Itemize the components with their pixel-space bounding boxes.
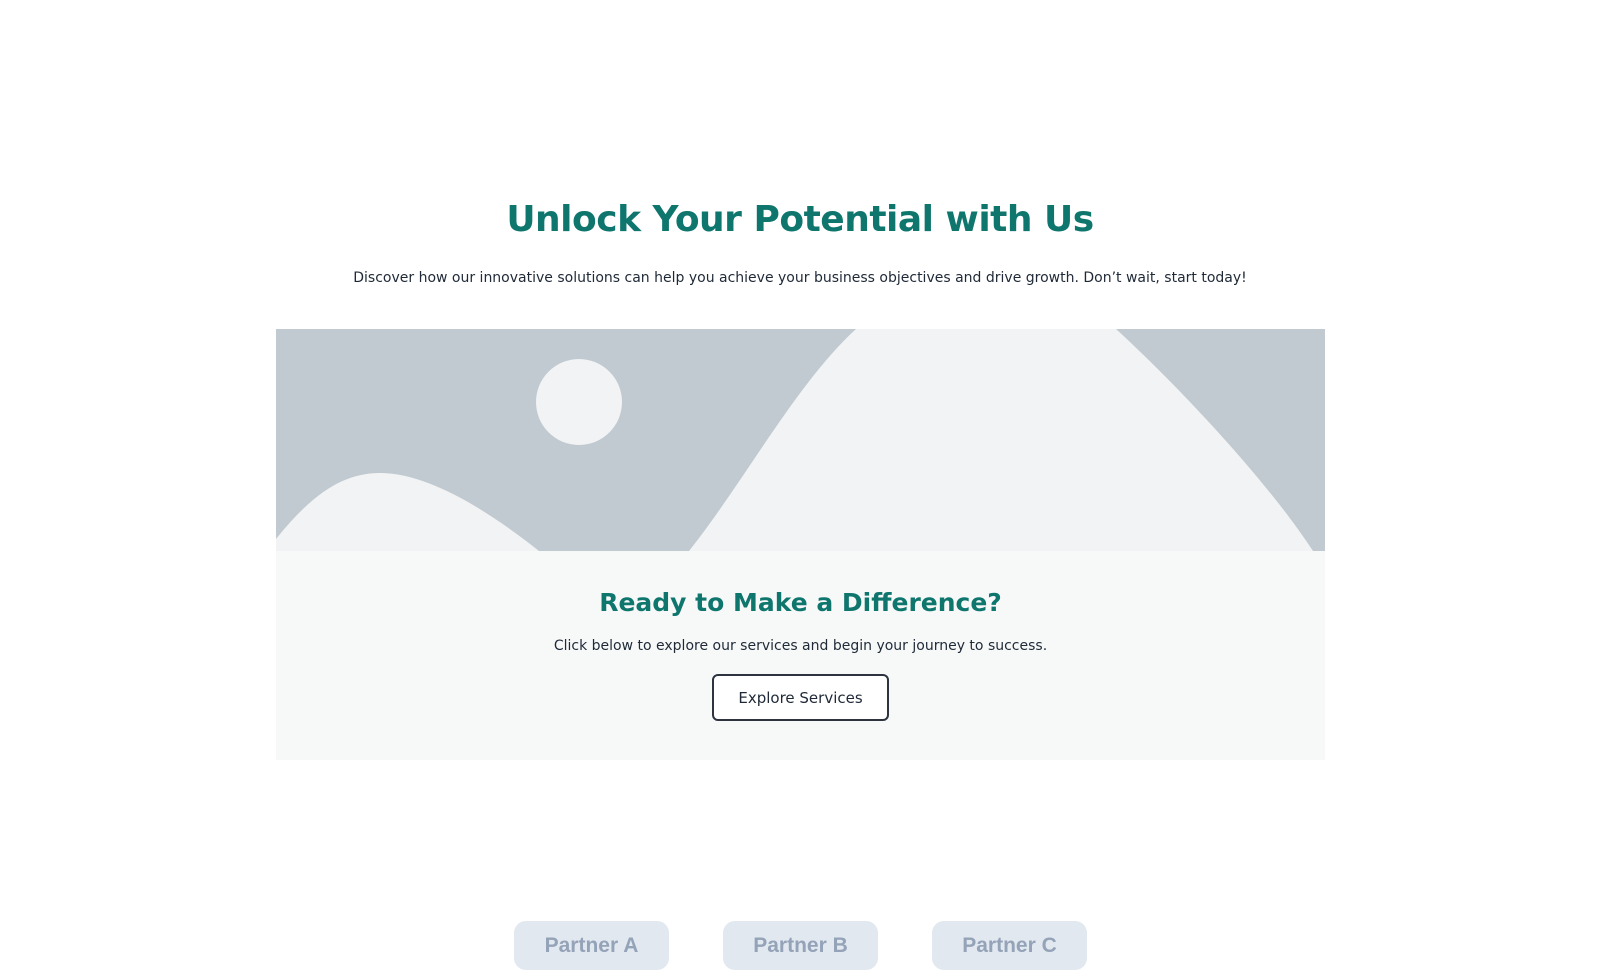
hero-subtitle: Discover how our innovative solutions ca… [353,270,1247,286]
cta-card: Ready to Make a Difference? Click below … [276,329,1325,760]
cta-text: Click below to explore our services and … [553,638,1048,654]
sun-shape [536,359,622,445]
partner-badge-c: Partner C [932,921,1087,970]
partner-badge-a: Partner A [514,921,669,970]
partner-logos: Partner A Partner B Partner C [0,921,1600,970]
partner-badge-b: Partner B [723,921,878,970]
cta-title: Ready to Make a Difference? [599,588,1002,617]
page: Unlock Your Potential with Us Discover h… [0,0,1600,978]
image-placeholder-icon [276,329,1325,551]
explore-services-button[interactable]: Explore Services [712,674,889,721]
hero-title: Unlock Your Potential with Us [506,199,1094,240]
